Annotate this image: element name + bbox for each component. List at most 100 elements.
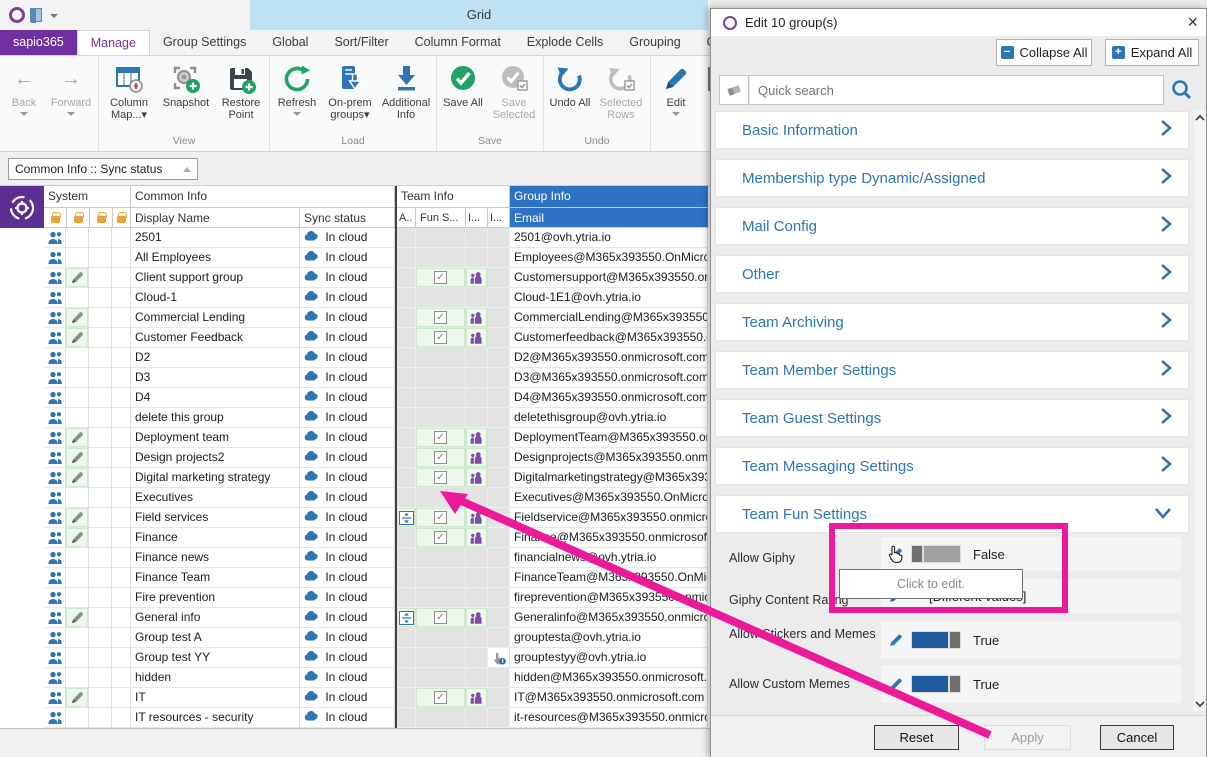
table-row[interactable]: Commercial Lending In cloud✓CommercialLe…: [0, 308, 710, 328]
grid-cell[interactable]: [66, 248, 89, 268]
grid-cell[interactable]: [112, 328, 131, 348]
display-name-cell[interactable]: 2501: [131, 228, 300, 248]
grid-cell[interactable]: [466, 228, 488, 248]
sync-status-cell[interactable]: In cloud: [300, 648, 395, 668]
grid-cell[interactable]: [488, 248, 510, 268]
apply-button[interactable]: Apply: [984, 725, 1071, 750]
grid-cell[interactable]: [89, 488, 112, 508]
grid-cell[interactable]: [397, 328, 416, 348]
grid-cell[interactable]: [488, 308, 510, 328]
grid-cell[interactable]: [488, 448, 510, 468]
collapse-all-button[interactable]: −Collapse All: [996, 39, 1092, 66]
teams-icon[interactable]: [466, 448, 488, 468]
table-row[interactable]: Finance In cloud✓Finance@M365x393550.onm…: [0, 528, 710, 548]
email-cell[interactable]: CommercialLending@M365x393550.o: [510, 308, 708, 328]
grid-cell[interactable]: [112, 628, 131, 648]
grid-cell[interactable]: [112, 448, 131, 468]
tab-group-settings[interactable]: Group Settings: [150, 30, 259, 56]
row-edited-pencil-icon[interactable]: [66, 468, 89, 488]
table-row[interactable]: Executives In cloudExecutives@M365x39355…: [0, 488, 710, 508]
grid-cell[interactable]: [66, 568, 89, 588]
grid-cell[interactable]: [397, 588, 416, 608]
sync-status-cell[interactable]: In cloud: [300, 388, 395, 408]
table-row[interactable]: Finance Team In cloudFinanceTeam@M365x39…: [0, 568, 710, 588]
group-type-icon[interactable]: [44, 468, 66, 488]
table-row[interactable]: D2 In cloudD2@M365x393550.onmicrosoft.co…: [0, 348, 710, 368]
group-type-icon[interactable]: [44, 588, 66, 608]
grid-cell[interactable]: [89, 348, 112, 368]
grid-cell[interactable]: [397, 488, 416, 508]
grid-cell[interactable]: [466, 248, 488, 268]
grid-cell[interactable]: [416, 288, 466, 308]
group-type-icon[interactable]: [44, 688, 66, 708]
group-type-icon[interactable]: [44, 488, 66, 508]
grid-cell[interactable]: [89, 308, 112, 328]
fun-settings-checkbox[interactable]: ✓: [416, 448, 466, 468]
grid-cell[interactable]: [112, 268, 131, 288]
tab-other[interactable]: O: [694, 30, 710, 56]
grid-cell[interactable]: [112, 668, 131, 688]
fun-settings-checkbox[interactable]: ✓: [416, 328, 466, 348]
teams-icon[interactable]: [466, 468, 488, 488]
email-cell[interactable]: D4@M365x393550.onmicrosoft.com: [510, 388, 708, 408]
grid-cell[interactable]: [466, 648, 488, 668]
column-header-i2[interactable]: I...: [488, 208, 510, 228]
group-type-icon[interactable]: [44, 268, 66, 288]
display-name-cell[interactable]: Customer Feedback: [131, 328, 300, 348]
back-button[interactable]: ← Back: [2, 56, 46, 116]
teams-icon[interactable]: [466, 688, 488, 708]
table-row[interactable]: delete this group In clouddeletethisgrou…: [0, 408, 710, 428]
header-group-group-info[interactable]: Group Info: [510, 186, 708, 208]
display-name-cell[interactable]: Finance: [131, 528, 300, 548]
tab-sapio365[interactable]: sapio365: [0, 30, 77, 56]
reset-button[interactable]: Reset: [874, 725, 959, 750]
display-name-cell[interactable]: General info: [131, 608, 300, 628]
grouping-dropdown[interactable]: Common Info :: Sync status: [8, 158, 198, 180]
section-header-membership-type-dynamic-assigned[interactable]: Membership type Dynamic/Assigned: [715, 159, 1189, 197]
fun-settings-checkbox[interactable]: ✓: [416, 308, 466, 328]
frozen-pane-divider[interactable]: [395, 186, 397, 728]
grid-cell[interactable]: [466, 628, 488, 648]
sync-status-cell[interactable]: In cloud: [300, 428, 395, 448]
group-type-icon[interactable]: [44, 228, 66, 248]
grid-cell[interactable]: [89, 368, 112, 388]
table-row[interactable]: IT resources - security In cloudit-resou…: [0, 708, 710, 728]
table-row[interactable]: Group test A In cloudgrouptesta@ovh.ytri…: [0, 628, 710, 648]
grid-cell[interactable]: [466, 288, 488, 308]
sync-status-cell[interactable]: In cloud: [300, 568, 395, 588]
table-row[interactable]: hidden In cloudhidden@M365x393550.onmicr…: [0, 668, 710, 688]
table-row[interactable]: 2501 In cloud2501@ovh.ytria.io: [0, 228, 710, 248]
teams-icon[interactable]: [466, 268, 488, 288]
group-type-icon[interactable]: [44, 648, 66, 668]
fun-settings-checkbox[interactable]: ✓: [416, 608, 466, 628]
grid-cell[interactable]: [112, 688, 131, 708]
display-name-cell[interactable]: D3: [131, 368, 300, 388]
grid-cell[interactable]: [466, 408, 488, 428]
sync-status-cell[interactable]: In cloud: [300, 248, 395, 268]
header-group-team-info[interactable]: Team Info: [397, 186, 510, 208]
table-row[interactable]: D4 In cloudD4@M365x393550.onmicrosoft.co…: [0, 388, 710, 408]
grid-cell[interactable]: [397, 668, 416, 688]
grid-cell[interactable]: [397, 248, 416, 268]
grid-cell[interactable]: [112, 468, 131, 488]
scroll-up-icon[interactable]: [1194, 113, 1206, 123]
group-type-icon[interactable]: [44, 508, 66, 528]
grid-cell[interactable]: [488, 668, 510, 688]
table-row[interactable]: Digital marketing strategy In cloud✓Digi…: [0, 468, 710, 488]
grid-cell[interactable]: [89, 588, 112, 608]
grid-cell[interactable]: [112, 648, 131, 668]
grid-cell[interactable]: [112, 388, 131, 408]
display-name-cell[interactable]: Finance news: [131, 548, 300, 568]
email-cell[interactable]: Finance@M365x393550.onmicrosoft.c: [510, 528, 708, 548]
table-row[interactable]: Finance news In cloudfinancialnews@ovh.y…: [0, 548, 710, 568]
grid-cell[interactable]: [397, 408, 416, 428]
email-cell[interactable]: Designprojects@M365x393550.onmicr: [510, 448, 708, 468]
grid-cell[interactable]: [488, 268, 510, 288]
grid-cell[interactable]: [397, 688, 416, 708]
teams-icon[interactable]: [466, 608, 488, 628]
grid-cell[interactable]: [488, 428, 510, 448]
grid-cell[interactable]: [488, 688, 510, 708]
grid-cell[interactable]: [89, 428, 112, 448]
grid-cell[interactable]: [397, 348, 416, 368]
email-cell[interactable]: Customersupport@M365x393550.onm: [510, 268, 708, 288]
